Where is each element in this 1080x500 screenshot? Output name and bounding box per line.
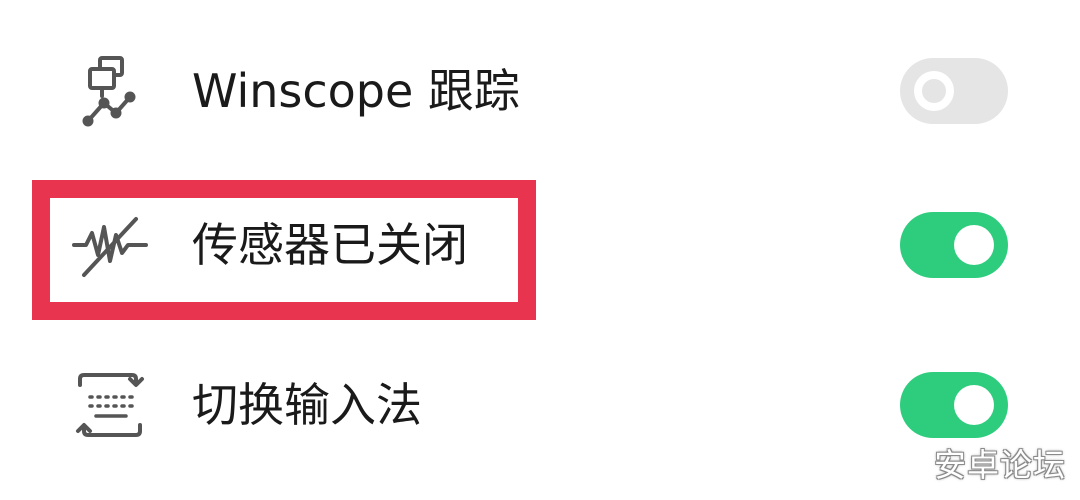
watermark: 安卓论坛 xyxy=(933,446,1066,484)
toggle-knob xyxy=(954,385,994,425)
setting-label-switch-ime: 切换输入法 xyxy=(192,378,422,432)
keyboard-switch-icon xyxy=(70,365,150,445)
setting-label-winscope-trace: Winscope 跟踪 xyxy=(192,64,520,118)
setting-row-switch-ime[interactable]: 切换输入法 xyxy=(0,350,1080,460)
switch-ime-toggle[interactable] xyxy=(900,372,1008,438)
toggle-knob xyxy=(914,71,954,111)
winscope-trace-toggle[interactable] xyxy=(900,58,1008,124)
sensors-off-toggle[interactable] xyxy=(900,212,1008,278)
winscope-trace-icon xyxy=(70,51,150,131)
highlight-box xyxy=(32,180,536,320)
toggle-knob xyxy=(954,225,994,265)
quick-settings-tiles-list: Winscope 跟踪 传感器已关闭 切换输入法 安卓论坛 xyxy=(0,0,1080,500)
setting-row-winscope-trace[interactable]: Winscope 跟踪 xyxy=(0,36,1080,146)
